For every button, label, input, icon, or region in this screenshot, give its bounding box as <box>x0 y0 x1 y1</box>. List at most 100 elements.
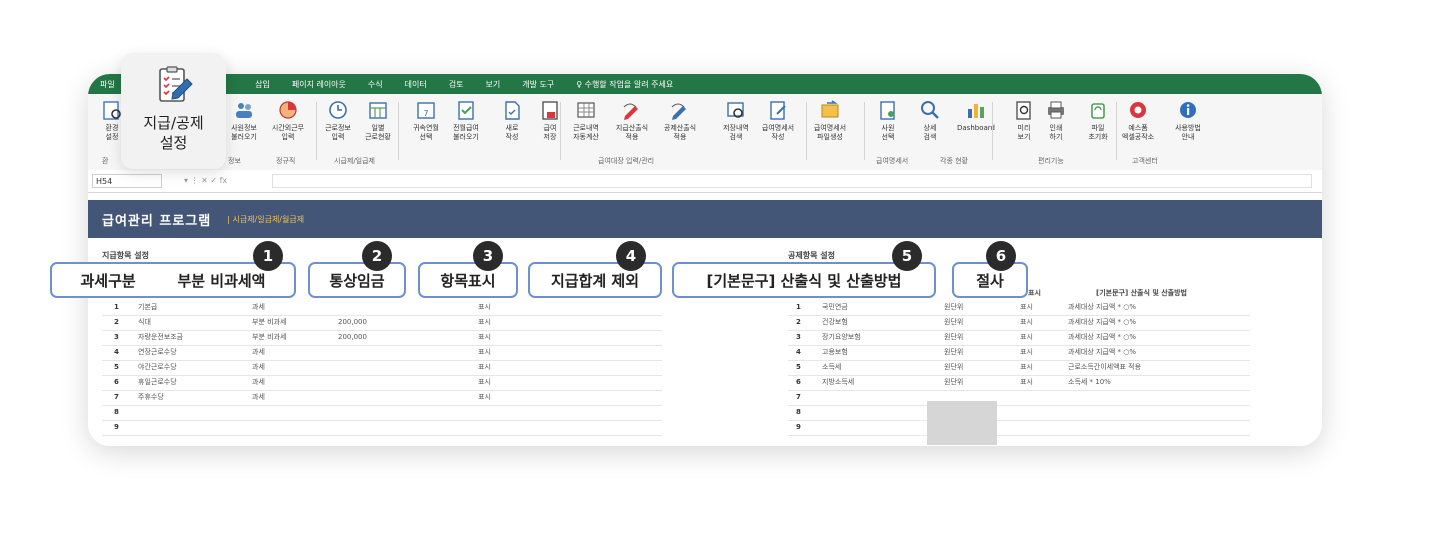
cell-tax[interactable]: 과세 <box>252 375 265 390</box>
cell-name[interactable]: 휴일근로수당 <box>138 375 177 390</box>
cell-show[interactable]: 표시 <box>1020 300 1033 315</box>
ribbon-tab-6[interactable]: 검토 <box>438 79 475 90</box>
ribbon-tab-9[interactable]: ♀ 수행할 작업을 알려 주세요 <box>565 79 684 90</box>
cell-n[interactable]: 5 <box>114 360 119 375</box>
ribbon-tab-2[interactable]: 삽입 <box>244 79 281 90</box>
cell-n[interactable]: 5 <box>796 360 801 375</box>
cell-amt[interactable]: 200,000 <box>338 315 367 330</box>
cell-unit[interactable]: 원단위 <box>944 360 963 375</box>
cell-unit[interactable]: 원단위 <box>944 300 963 315</box>
cell-formula[interactable]: 과세대상 지급액 * ○% <box>1068 315 1136 330</box>
cell-name[interactable]: 장기요양보험 <box>822 330 861 345</box>
name-box[interactable]: H54 <box>92 174 162 188</box>
cell-n[interactable]: 6 <box>796 375 801 390</box>
cell-show[interactable]: 표시 <box>478 375 491 390</box>
ribbon-button-prevpay[interactable]: 전월급여 불러오기 <box>446 99 486 151</box>
table-row: 4 고용보험 원단위 표시 과세대상 지급액 * ○% <box>788 345 1250 361</box>
ribbon-button-daily[interactable]: 일별 근로현황 <box>358 99 398 151</box>
cell-name[interactable]: 소득세 <box>822 360 841 375</box>
cell-n[interactable]: 9 <box>114 420 119 435</box>
cell-unit[interactable]: 원단위 <box>944 315 963 330</box>
ribbon-tab-7[interactable]: 보기 <box>474 79 511 90</box>
cell-unit[interactable]: 원단위 <box>944 345 963 360</box>
cell-show[interactable]: 표시 <box>478 345 491 360</box>
ribbon-button-escform[interactable]: 예스폼 엑셀공작소 <box>1118 99 1158 151</box>
cell-n[interactable]: 3 <box>796 330 801 345</box>
cell-formula[interactable]: 과세대상 지급액 * ○% <box>1068 330 1136 345</box>
cell-n[interactable]: 2 <box>114 315 119 330</box>
cell-tax[interactable]: 과세 <box>252 345 265 360</box>
ribbon-button-statement[interactable]: 급여명세서 작성 <box>758 99 798 151</box>
ribbon-button-month[interactable]: 7 귀속연월 선택 <box>406 99 446 151</box>
ribbon-button-save[interactable]: 급여 저장 <box>530 99 570 151</box>
cell-tax[interactable]: 과세 <box>252 390 265 405</box>
cell-tax[interactable]: 부분 비과세 <box>252 330 286 345</box>
ribbon-button-detail[interactable]: 상세 검색 <box>910 99 950 151</box>
cell-tax[interactable]: 부분 비과세 <box>252 315 286 330</box>
cell-tax[interactable]: 과세 <box>252 300 265 315</box>
ribbon-tab-4[interactable]: 수식 <box>357 79 394 90</box>
cell-n[interactable]: 6 <box>114 375 119 390</box>
cell-n[interactable]: 4 <box>114 345 119 360</box>
cell-show[interactable]: 표시 <box>478 360 491 375</box>
ribbon-tab-8[interactable]: 개발 도구 <box>511 79 565 90</box>
ribbon-button-empinfo[interactable]: 사원정보 불러오기 <box>224 99 264 151</box>
cell-name[interactable]: 주휴수당 <box>138 390 164 405</box>
cell-formula[interactable]: 근로소득간이세액표 적용 <box>1068 360 1141 375</box>
ribbon-tab-3[interactable]: 페이지 레이아웃 <box>281 79 357 90</box>
cell-show[interactable]: 표시 <box>1020 315 1033 330</box>
ribbon-button-newdoc[interactable]: 새로 작성 <box>492 99 532 151</box>
ribbon-button-search[interactable]: 저장내역 검색 <box>716 99 756 151</box>
ribbon-tab-5[interactable]: 데이터 <box>394 79 438 90</box>
ribbon-button-payformula[interactable]: 지급산출식 적용 <box>612 99 652 151</box>
cell-name[interactable]: 자량운전보조금 <box>138 330 183 345</box>
ribbon-button-guide[interactable]: 사용방법 안내 <box>1168 99 1208 151</box>
formula-input[interactable] <box>272 174 1312 188</box>
cell-amt[interactable]: 200,000 <box>338 330 367 345</box>
magnifier-icon <box>919 99 941 121</box>
cell-formula[interactable]: 과세대상 지급액 * ○% <box>1068 300 1136 315</box>
cell-n[interactable]: 4 <box>796 345 801 360</box>
cell-show[interactable]: 표시 <box>1020 360 1033 375</box>
cell-show[interactable]: 표시 <box>1020 330 1033 345</box>
cell-n[interactable]: 8 <box>796 405 801 420</box>
cell-tax[interactable]: 과세 <box>252 360 265 375</box>
ribbon-button-print[interactable]: 인쇄 하기 <box>1036 99 1076 151</box>
cell-formula[interactable]: 과세대상 지급액 * ○% <box>1068 345 1136 360</box>
cell-show[interactable]: 표시 <box>478 390 491 405</box>
ribbon-button-workinfo[interactable]: 근로정보 입력 <box>318 99 358 151</box>
pay-deduction-settings-button[interactable]: 지급/공제 설정 <box>121 53 226 169</box>
cell-unit[interactable]: 원단위 <box>944 375 963 390</box>
ribbon-button-overtime[interactable]: 시간외근무 입력 <box>268 99 308 151</box>
cell-n[interactable]: 7 <box>114 390 119 405</box>
cell-name[interactable]: 국민연금 <box>822 300 848 315</box>
cell-show[interactable]: 표시 <box>478 300 491 315</box>
cell-name[interactable]: 식대 <box>138 315 151 330</box>
cell-n[interactable]: 9 <box>796 420 801 435</box>
cell-name[interactable]: 야간근로수당 <box>138 360 177 375</box>
cell-name[interactable]: 건강보험 <box>822 315 848 330</box>
cell-n[interactable]: 7 <box>796 390 801 405</box>
cell-unit[interactable]: 원단위 <box>944 330 963 345</box>
cell-n[interactable]: 1 <box>114 300 119 315</box>
cell-name[interactable]: 기본급 <box>138 300 157 315</box>
ribbon-button-autocalc[interactable]: 근로내역 자동계산 <box>566 99 606 151</box>
table-row: 3 자량운전보조금 부분 비과세 200,000 표시 <box>102 330 662 346</box>
cell-name[interactable]: 지방소득세 <box>822 375 854 390</box>
cell-show[interactable]: 표시 <box>478 315 491 330</box>
cell-name[interactable]: 연장근로수당 <box>138 345 177 360</box>
ribbon-button-selemp[interactable]: 사원 선택 <box>868 99 908 151</box>
cell-n[interactable]: 1 <box>796 300 801 315</box>
cell-n[interactable]: 8 <box>114 405 119 420</box>
cell-n[interactable]: 3 <box>114 330 119 345</box>
ribbon-button-init[interactable]: 파일 초기화 <box>1078 99 1118 151</box>
ribbon-button-genfile[interactable]: 급여명세서 파일생성 <box>810 99 850 151</box>
cell-n[interactable]: 2 <box>796 315 801 330</box>
cell-show[interactable]: 표시 <box>478 330 491 345</box>
cell-show[interactable]: 표시 <box>1020 375 1033 390</box>
checklist-pencil-icon <box>153 65 195 107</box>
cell-show[interactable]: 표시 <box>1020 345 1033 360</box>
cell-formula[interactable]: 소득세 * 10% <box>1068 375 1111 390</box>
cell-name[interactable]: 고용보험 <box>822 345 848 360</box>
ribbon-button-dedformula[interactable]: 공제산출식 적용 <box>660 99 700 151</box>
